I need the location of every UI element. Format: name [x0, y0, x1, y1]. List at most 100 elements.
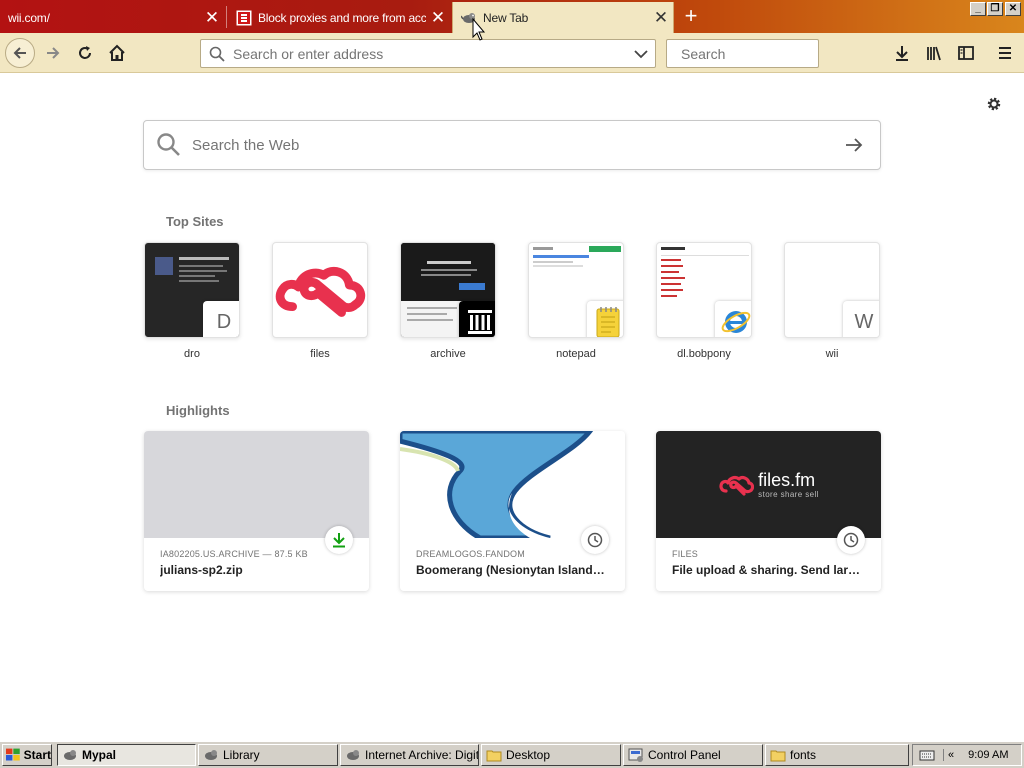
address-input[interactable] [233, 45, 633, 62]
reload-button[interactable] [71, 39, 99, 67]
highlight-card[interactable]: IA802205.US.ARCHIVE — 87.5 KB julians-sp… [144, 431, 369, 591]
highlight-card[interactable]: DREAMLOGOS.FANDOM Boomerang (Nesionytan … [400, 431, 625, 591]
site-letter-badge: W [843, 301, 879, 337]
site-thumbnail: W [784, 242, 880, 338]
clock-icon [581, 526, 609, 554]
forward-button[interactable] [39, 39, 67, 67]
gear-icon[interactable] [984, 94, 1004, 114]
highlight-card[interactable]: files.fm store share sell FILES File upl… [656, 431, 881, 591]
taskbar-item-library[interactable]: Library [198, 744, 338, 766]
library-icon [927, 46, 941, 61]
files-fm-brand: files.fm [758, 469, 816, 490]
web-search-box[interactable] [143, 120, 881, 170]
site-thumbnail [528, 242, 624, 338]
internet-explorer-icon [715, 301, 751, 337]
web-search-input[interactable] [192, 136, 844, 154]
reload-icon [79, 46, 91, 59]
search-input[interactable] [681, 45, 862, 62]
tab-separator [226, 6, 227, 28]
clock: 9:09 AM [968, 749, 1009, 761]
tab-strip: wii.com/ ✕ Block proxies and more from a… [0, 0, 1024, 33]
back-button[interactable] [5, 38, 35, 68]
top-site-dl-bobpony[interactable]: dl.bobpony [656, 242, 752, 360]
site-label: dro [184, 348, 200, 360]
taskbar-item-control-panel[interactable]: Control Panel [623, 744, 763, 766]
tab-title: Block proxies and more from acce [258, 10, 426, 25]
site-thumbnail [400, 242, 496, 338]
keyboard-icon[interactable] [919, 748, 935, 762]
tab-block-proxies[interactable]: Block proxies and more from acce ✕ [228, 2, 450, 33]
control-panel-icon [628, 748, 643, 762]
close-tab-icon[interactable]: ✕ [426, 9, 450, 26]
highlight-source: IA802205.US.ARCHIVE — 87.5 KB [160, 549, 308, 559]
minimize-window-icon[interactable]: _ [970, 2, 986, 16]
show-hidden-icons-chevron-icon[interactable]: « [943, 749, 954, 761]
site-label: dl.bobpony [677, 348, 731, 360]
taskbar: Start Mypal Library Internet Archive: Di… [0, 741, 1024, 768]
restore-window-icon[interactable]: ❐ [987, 2, 1003, 16]
site-letter-badge: D [203, 301, 239, 337]
tab-wii[interactable]: wii.com/ ✕ [0, 2, 224, 33]
site-label: notepad [556, 348, 596, 360]
taskbar-item-mypal[interactable]: Mypal [57, 744, 196, 766]
taskbar-item-label: Desktop [506, 748, 551, 762]
top-sites-heading: Top Sites [166, 214, 224, 229]
top-site-files[interactable]: files [272, 242, 368, 360]
site-label: files [310, 348, 330, 360]
block-proxies-favicon-icon [236, 10, 252, 26]
highlight-title: Boomerang (Nesionytan Islands) ... [416, 563, 609, 577]
top-site-notepad[interactable]: notepad [528, 242, 624, 360]
highlight-source: DREAMLOGOS.FANDOM [416, 549, 525, 559]
new-tab-page: Top Sites D dro files [0, 74, 1024, 742]
search-icon [209, 46, 225, 62]
site-thumbnail [272, 242, 368, 338]
files-cloud-logo-icon [719, 475, 755, 496]
top-site-dro[interactable]: D dro [144, 242, 240, 360]
top-site-wii[interactable]: W wii [784, 242, 880, 360]
close-tab-icon[interactable]: ✕ [649, 9, 673, 26]
highlight-image [144, 431, 369, 538]
sidebar-button[interactable] [952, 39, 980, 67]
home-button[interactable] [103, 39, 131, 67]
folder-icon [770, 750, 786, 762]
taskbar-item-internet-archive[interactable]: Internet Archive: Digit... [340, 744, 479, 766]
address-bar[interactable] [200, 39, 656, 68]
highlight-source: FILES [672, 549, 699, 559]
taskbar-item-label: Mypal [82, 748, 117, 762]
arrow-right-icon[interactable] [844, 135, 864, 155]
menu-button[interactable] [991, 39, 1019, 67]
forward-arrow-icon [47, 47, 60, 59]
search-bar[interactable] [666, 39, 862, 68]
taskbar-item-label: fonts [790, 748, 817, 762]
clock-icon [837, 526, 865, 554]
archive-building-icon [459, 301, 495, 337]
back-arrow-icon [13, 47, 26, 59]
windows-logo-icon [6, 748, 20, 761]
start-label: Start [23, 748, 51, 762]
notepad-icon [587, 301, 623, 337]
files-cloud-logo-icon [275, 266, 366, 317]
download-icon [325, 526, 353, 554]
new-tab-plus-icon[interactable]: + [680, 5, 702, 27]
close-window-icon[interactable]: ✕ [1005, 2, 1021, 16]
taskbar-item-fonts[interactable]: fonts [765, 744, 909, 766]
site-label: wii [825, 348, 839, 360]
downloads-button[interactable] [888, 39, 916, 67]
hamburger-menu-icon [999, 47, 1011, 59]
taskbar-item-desktop[interactable]: Desktop [481, 744, 621, 766]
chevron-down-icon[interactable] [633, 46, 649, 62]
folder-icon [486, 750, 502, 762]
files-fm-tagline: store share sell [758, 489, 819, 499]
sidebar-icon [958, 46, 974, 60]
top-site-archive[interactable]: archive [400, 242, 496, 360]
highlight-title: File upload & sharing. Send large... [672, 563, 865, 577]
start-button[interactable]: Start [2, 744, 52, 766]
library-button[interactable] [920, 39, 948, 67]
highlight-image [400, 431, 625, 538]
close-tab-icon[interactable]: ✕ [200, 9, 224, 26]
nav-toolbar [0, 33, 1024, 73]
highlight-title: julians-sp2.zip [160, 563, 243, 577]
home-icon [109, 44, 125, 61]
taskbar-item-label: Internet Archive: Digit... [365, 748, 479, 762]
search-icon [157, 133, 180, 156]
